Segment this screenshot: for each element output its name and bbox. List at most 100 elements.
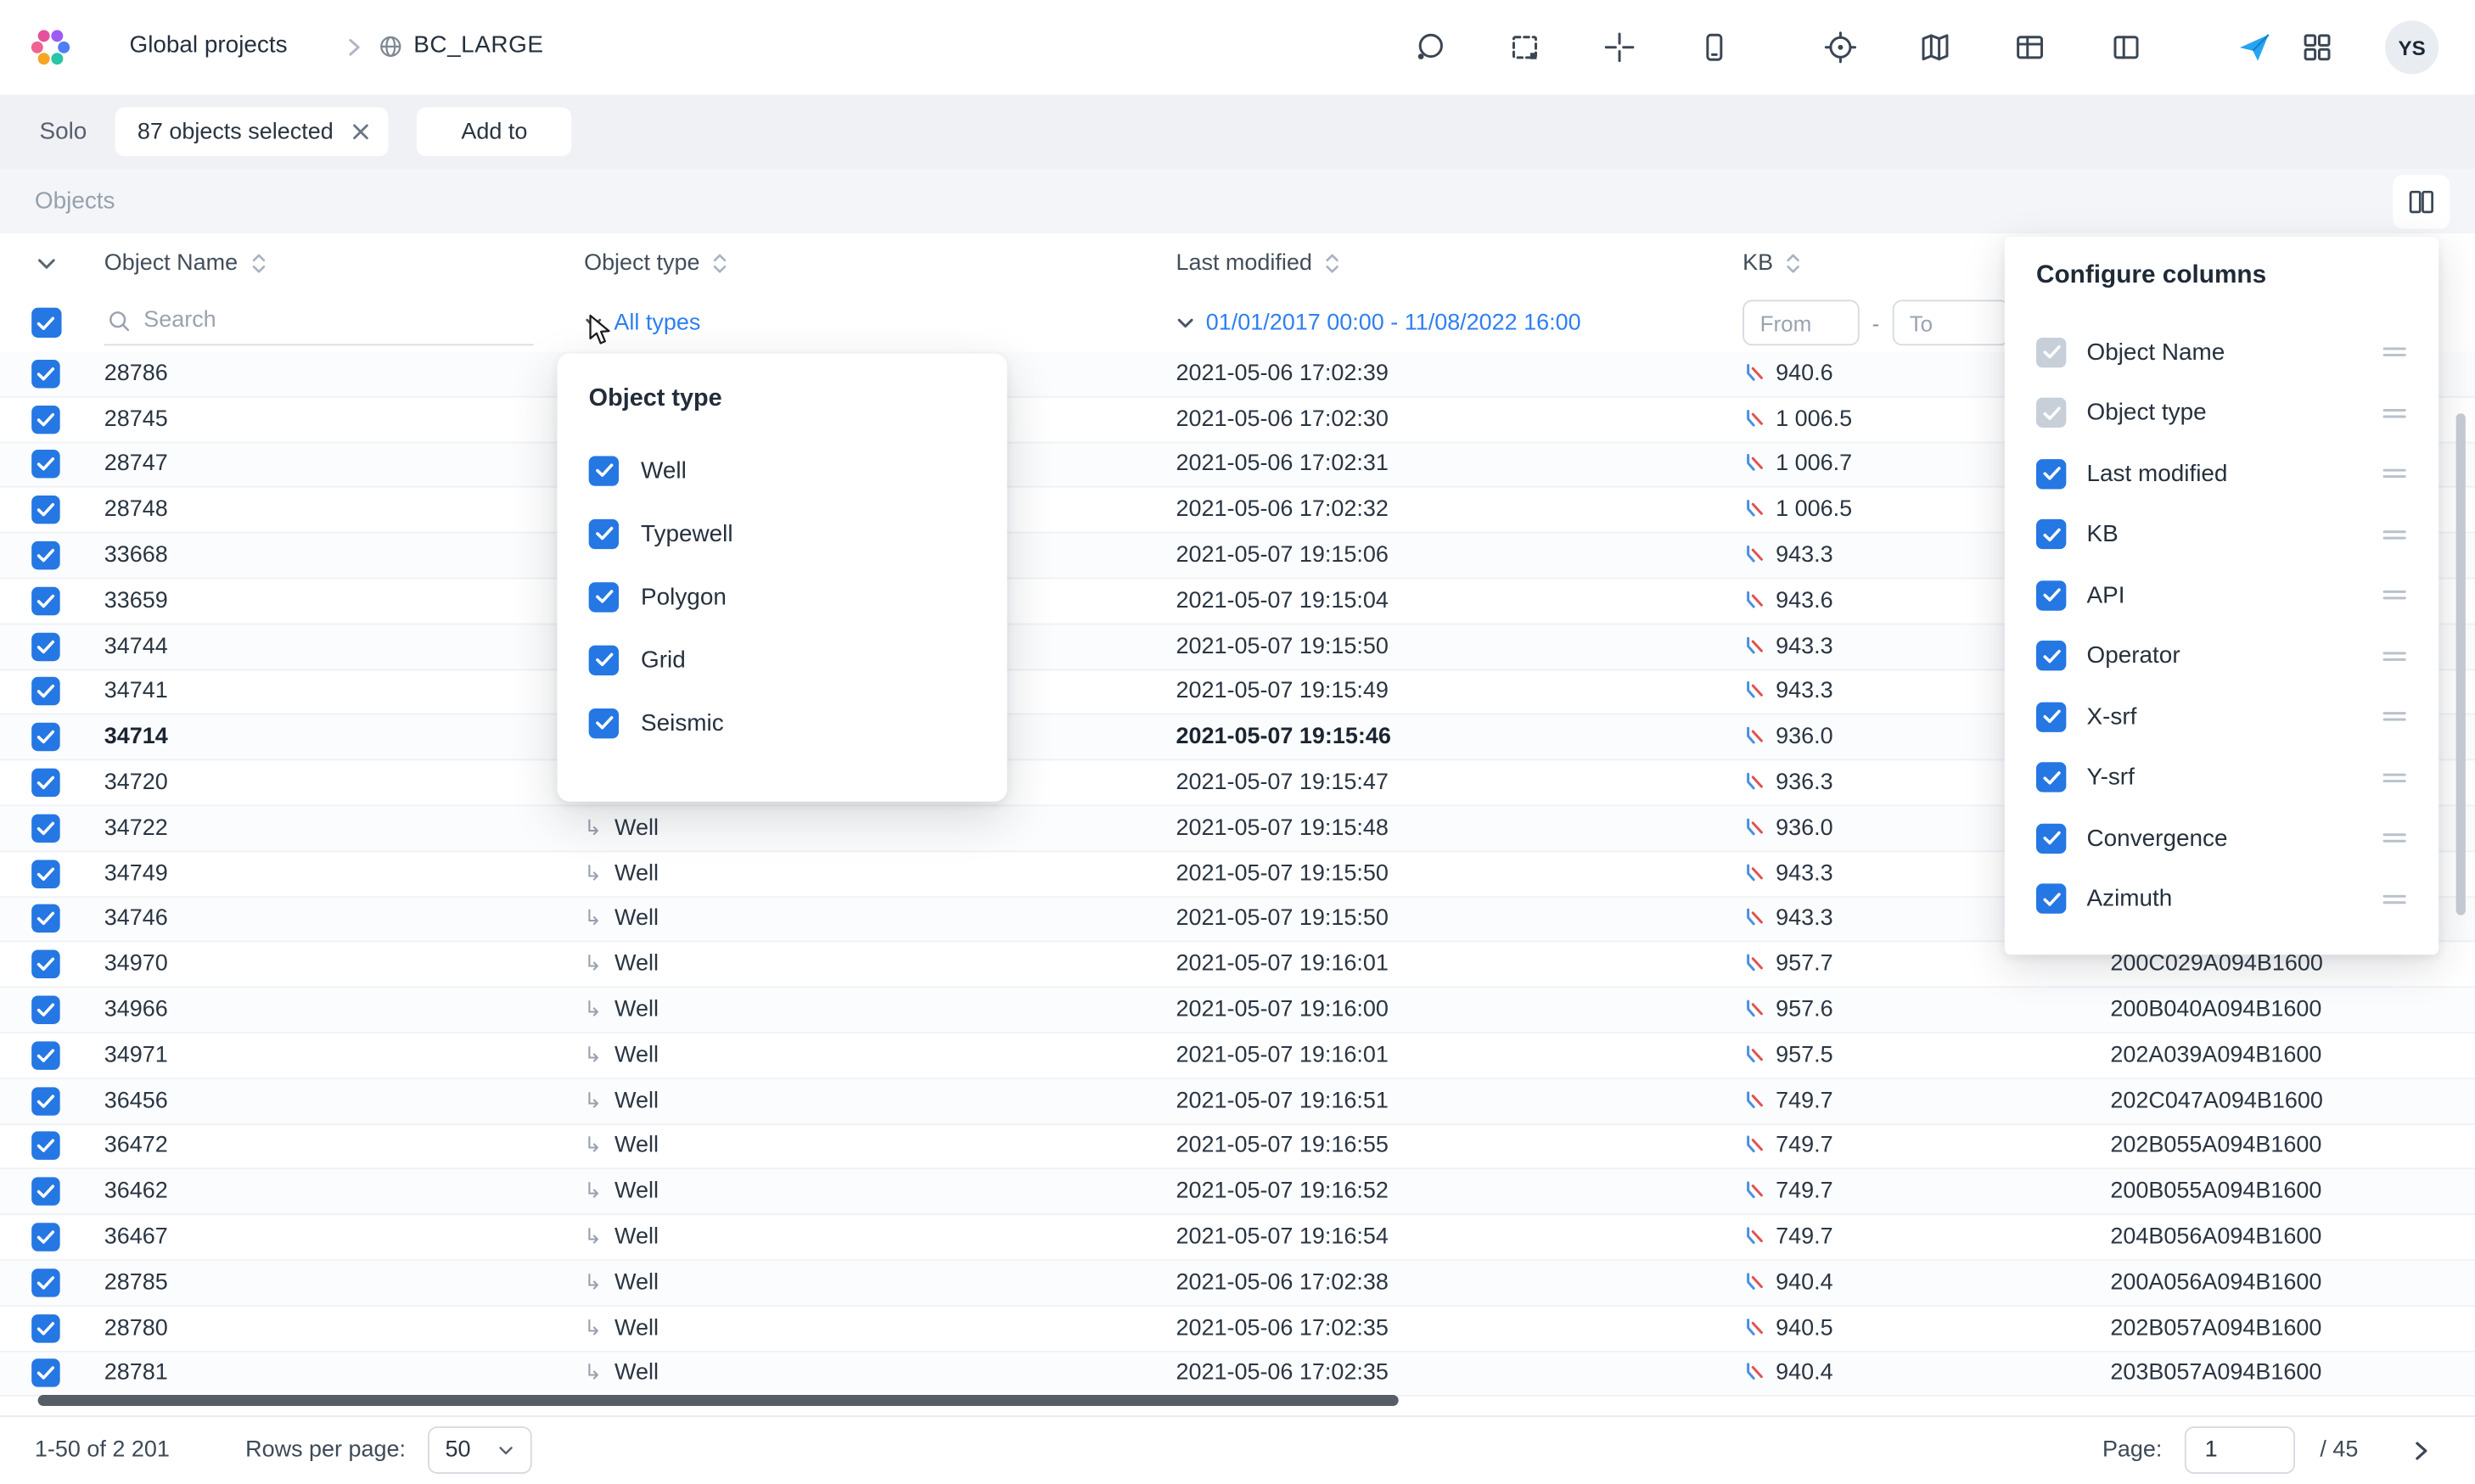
column-config-item[interactable]: Operator <box>2036 625 2407 686</box>
next-page-button[interactable] <box>2399 1430 2440 1470</box>
column-header-last-modified[interactable]: Last modified <box>1176 251 1311 277</box>
row-checkbox[interactable] <box>31 950 59 978</box>
row-checkbox[interactable] <box>31 814 59 842</box>
date-range-filter-link[interactable]: 01/01/2017 00:00 - 11/08/2022 16:00 <box>1176 310 1580 335</box>
type-option[interactable]: Well <box>589 439 976 501</box>
column-checkbox[interactable] <box>2036 823 2066 853</box>
sort-kb-icon[interactable] <box>1786 251 1802 277</box>
column-config-item[interactable]: Last modified <box>2036 444 2407 505</box>
row-checkbox[interactable] <box>31 1223 59 1251</box>
sort-object-type-icon[interactable] <box>712 251 728 277</box>
row-checkbox[interactable] <box>31 996 59 1024</box>
row-checkbox[interactable] <box>31 360 59 388</box>
option-checkbox[interactable] <box>589 708 619 737</box>
clear-selection-icon[interactable] <box>352 123 369 140</box>
drag-handle-icon[interactable] <box>2382 466 2407 482</box>
column-config-item[interactable]: Object type <box>2036 383 2407 444</box>
select-all-checkbox[interactable] <box>31 308 60 338</box>
row-checkbox[interactable] <box>31 541 59 569</box>
row-checkbox[interactable] <box>31 1313 59 1341</box>
column-checkbox[interactable] <box>2036 580 2066 610</box>
row-checkbox[interactable] <box>31 1132 59 1160</box>
column-config-item[interactable]: KB <box>2036 504 2407 565</box>
horizontal-scrollbar[interactable] <box>38 1395 1399 1406</box>
type-option[interactable]: Seismic <box>589 692 976 754</box>
row-checkbox[interactable] <box>31 587 59 615</box>
table-row[interactable]: 34971 ↳Well 2021-05-07 19:16:01 957.5 20… <box>0 1033 2475 1079</box>
drag-handle-icon[interactable] <box>2382 405 2407 421</box>
row-checkbox[interactable] <box>31 678 59 706</box>
column-checkbox[interactable] <box>2036 338 2066 367</box>
target-icon[interactable] <box>1823 30 1858 64</box>
kb-from-input[interactable] <box>1743 300 1860 345</box>
row-checkbox[interactable] <box>31 451 59 479</box>
row-checkbox[interactable] <box>31 1359 59 1387</box>
mobile-device-icon[interactable] <box>1697 30 1731 64</box>
drag-handle-icon[interactable] <box>2382 527 2407 543</box>
crosshair-icon[interactable] <box>1602 30 1637 64</box>
sort-last-modified-icon[interactable] <box>1325 251 1341 277</box>
sort-object-name-icon[interactable] <box>250 251 267 277</box>
table-row[interactable]: 28785 ↳Well 2021-05-06 17:02:38 940.4 20… <box>0 1261 2475 1307</box>
search-input[interactable] <box>143 308 507 333</box>
type-option[interactable]: Grid <box>589 628 976 691</box>
type-option[interactable]: Polygon <box>589 565 976 628</box>
breadcrumb-global-projects[interactable]: Global projects <box>129 31 287 59</box>
map-icon[interactable] <box>1918 30 1953 64</box>
column-config-item[interactable]: Object Name <box>2036 322 2407 383</box>
row-checkbox[interactable] <box>31 860 59 888</box>
user-avatar[interactable]: YS <box>2385 20 2439 74</box>
column-header-kb[interactable]: KB <box>1743 251 1773 277</box>
drag-handle-icon[interactable] <box>2382 708 2407 725</box>
layout-columns-icon[interactable] <box>2109 30 2144 64</box>
row-checkbox[interactable] <box>31 405 59 433</box>
spreadsheet-icon[interactable] <box>2012 30 2047 64</box>
column-checkbox[interactable] <box>2036 702 2066 731</box>
circle-select-icon[interactable] <box>1412 30 1447 64</box>
add-to-button[interactable]: Add to <box>417 107 571 156</box>
column-config-item[interactable]: Convergence <box>2036 808 2407 869</box>
table-row[interactable]: 28781 ↳Well 2021-05-06 17:02:35 940.4 20… <box>0 1352 2475 1397</box>
option-checkbox[interactable] <box>589 518 619 548</box>
vertical-scrollbar[interactable] <box>2456 413 2466 915</box>
breadcrumb-project-name[interactable]: BC_LARGE <box>413 31 543 59</box>
table-row[interactable]: 36472 ↳Well 2021-05-07 19:16:55 749.7 20… <box>0 1124 2475 1170</box>
row-checkbox[interactable] <box>31 1178 59 1206</box>
column-checkbox[interactable] <box>2036 884 2066 914</box>
object-name-search[interactable] <box>104 300 534 344</box>
page-number-input[interactable] <box>2184 1426 2294 1474</box>
column-header-object-type[interactable]: Object type <box>584 251 699 277</box>
table-row[interactable]: 36456 ↳Well 2021-05-07 19:16:51 749.7 20… <box>0 1079 2475 1125</box>
drag-handle-icon[interactable] <box>2382 831 2407 847</box>
column-header-object-name[interactable]: Object Name <box>104 251 238 277</box>
column-config-item[interactable]: API <box>2036 565 2407 626</box>
select-menu-chevron-icon[interactable] <box>36 256 56 271</box>
send-plane-icon[interactable] <box>2236 30 2271 64</box>
row-checkbox[interactable] <box>31 769 59 797</box>
app-logo-icon[interactable] <box>27 24 75 71</box>
column-checkbox[interactable] <box>2036 398 2066 428</box>
type-option[interactable]: Typewell <box>589 501 976 564</box>
drag-handle-icon[interactable] <box>2382 770 2407 786</box>
selected-objects-chip[interactable]: 87 objects selected <box>115 107 389 156</box>
rows-per-page-select[interactable]: 50 <box>428 1426 532 1474</box>
kb-to-input[interactable] <box>1892 300 2009 345</box>
column-checkbox[interactable] <box>2036 763 2066 792</box>
table-row[interactable]: 36467 ↳Well 2021-05-07 19:16:54 749.7 20… <box>0 1215 2475 1261</box>
option-checkbox[interactable] <box>589 581 619 611</box>
row-checkbox[interactable] <box>31 496 59 524</box>
option-checkbox[interactable] <box>589 456 619 485</box>
apps-grid-icon[interactable] <box>2300 30 2335 64</box>
type-filter-link[interactable]: All types <box>584 310 700 335</box>
row-checkbox[interactable] <box>31 1087 59 1115</box>
column-config-item[interactable]: Y-srf <box>2036 748 2407 809</box>
column-checkbox[interactable] <box>2036 519 2066 549</box>
table-row[interactable]: 36462 ↳Well 2021-05-07 19:16:52 749.7 20… <box>0 1170 2475 1216</box>
row-checkbox[interactable] <box>31 632 59 660</box>
option-checkbox[interactable] <box>589 645 619 675</box>
rect-select-icon[interactable] <box>1507 30 1542 64</box>
drag-handle-icon[interactable] <box>2382 891 2407 907</box>
column-checkbox[interactable] <box>2036 641 2066 671</box>
row-checkbox[interactable] <box>31 1041 59 1069</box>
drag-handle-icon[interactable] <box>2382 587 2407 603</box>
